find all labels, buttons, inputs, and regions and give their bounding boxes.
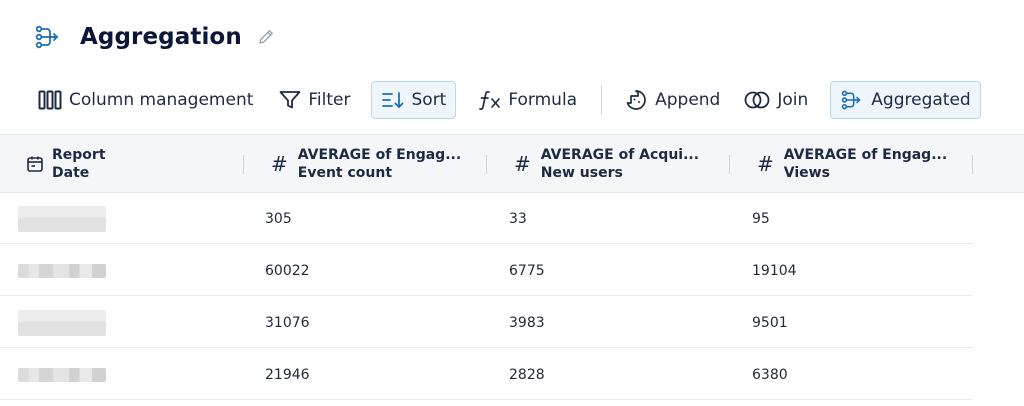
views-cell: 6380 bbox=[752, 366, 788, 383]
views-cell: 95 bbox=[752, 210, 770, 227]
number-type-icon: # bbox=[271, 152, 288, 176]
redacted-date bbox=[18, 205, 106, 232]
table-row[interactable]: 21946 2828 6380 bbox=[0, 349, 973, 400]
formula-icon bbox=[478, 89, 502, 111]
number-type-icon: # bbox=[514, 152, 531, 176]
aggregation-icon bbox=[840, 90, 864, 110]
sort-button[interactable]: Sort bbox=[370, 81, 457, 119]
column-divider[interactable] bbox=[729, 155, 730, 174]
column-divider[interactable] bbox=[243, 155, 244, 174]
number-type-icon: # bbox=[757, 152, 774, 176]
report-date-cell bbox=[18, 349, 106, 400]
append-label: Append bbox=[655, 90, 721, 110]
column-header-line1: AVERAGE of Engag... bbox=[783, 147, 948, 163]
data-table: Report Date # AVERAGE of Engag... Event … bbox=[0, 134, 1024, 400]
views-cell: 9501 bbox=[752, 314, 788, 331]
column-header-report-date[interactable]: Report Date bbox=[26, 135, 106, 193]
column-header-line1: Report bbox=[52, 147, 106, 163]
sort-icon bbox=[381, 90, 405, 110]
table-row[interactable]: 31076 3983 9501 bbox=[0, 297, 973, 348]
formula-label: Formula bbox=[508, 90, 578, 110]
report-date-cell bbox=[18, 245, 106, 296]
report-date-cell bbox=[18, 193, 106, 244]
page-title: Aggregation bbox=[80, 24, 242, 50]
page-header: Aggregation bbox=[34, 20, 276, 54]
new-users-cell: 3983 bbox=[509, 314, 545, 331]
redacted-date bbox=[18, 309, 106, 336]
filter-label: Filter bbox=[308, 90, 351, 110]
views-cell: 19104 bbox=[752, 262, 797, 279]
column-header-line2: Date bbox=[52, 165, 90, 181]
pencil-icon[interactable] bbox=[256, 27, 276, 47]
append-button[interactable]: Append bbox=[614, 81, 730, 119]
column-divider[interactable] bbox=[486, 155, 487, 174]
table-row[interactable]: 305 33 95 bbox=[0, 193, 973, 244]
column-management-button[interactable]: Column management bbox=[28, 81, 263, 119]
aggregated-label: Aggregated bbox=[871, 90, 971, 110]
toolbar-divider bbox=[601, 85, 603, 115]
aggregation-icon bbox=[34, 23, 62, 51]
event-count-cell: 60022 bbox=[265, 262, 310, 279]
columns-icon bbox=[38, 90, 62, 110]
column-header-views[interactable]: # AVERAGE of Engag... Views bbox=[757, 135, 947, 193]
new-users-cell: 2828 bbox=[509, 366, 545, 383]
append-icon bbox=[624, 89, 648, 111]
column-header-line1: AVERAGE of Acqui... bbox=[540, 147, 700, 163]
column-header-line2: Event count bbox=[297, 165, 393, 181]
column-header-line2: New users bbox=[540, 165, 623, 181]
formula-button[interactable]: Formula bbox=[468, 81, 587, 119]
event-count-cell: 31076 bbox=[265, 314, 310, 331]
event-count-cell: 305 bbox=[265, 210, 292, 227]
new-users-cell: 6775 bbox=[509, 262, 545, 279]
aggregated-button[interactable]: Aggregated bbox=[830, 81, 981, 119]
toolbar: Column management Filter Sort Formula Ap… bbox=[30, 81, 981, 119]
new-users-cell: 33 bbox=[509, 210, 527, 227]
event-count-cell: 21946 bbox=[265, 366, 310, 383]
redacted-date bbox=[18, 263, 106, 278]
join-label: Join bbox=[777, 90, 809, 110]
column-header-event-count[interactable]: # AVERAGE of Engag... Event count bbox=[271, 135, 461, 193]
sort-label: Sort bbox=[411, 90, 447, 110]
filter-button[interactable]: Filter bbox=[269, 81, 360, 119]
redacted-date bbox=[18, 367, 106, 382]
column-divider[interactable] bbox=[972, 155, 973, 174]
table-row[interactable]: 60022 6775 19104 bbox=[0, 245, 973, 296]
calendar-icon bbox=[26, 155, 44, 173]
report-date-cell bbox=[18, 297, 106, 348]
table-header: Report Date # AVERAGE of Engag... Event … bbox=[0, 134, 1024, 193]
join-button[interactable]: Join bbox=[734, 81, 818, 119]
column-header-new-users[interactable]: # AVERAGE of Acqui... New users bbox=[514, 135, 699, 193]
filter-icon bbox=[279, 90, 301, 110]
column-header-line1: AVERAGE of Engag... bbox=[297, 147, 462, 163]
column-header-line2: Views bbox=[783, 165, 830, 181]
join-icon bbox=[744, 90, 770, 110]
column-management-label: Column management bbox=[69, 90, 254, 110]
